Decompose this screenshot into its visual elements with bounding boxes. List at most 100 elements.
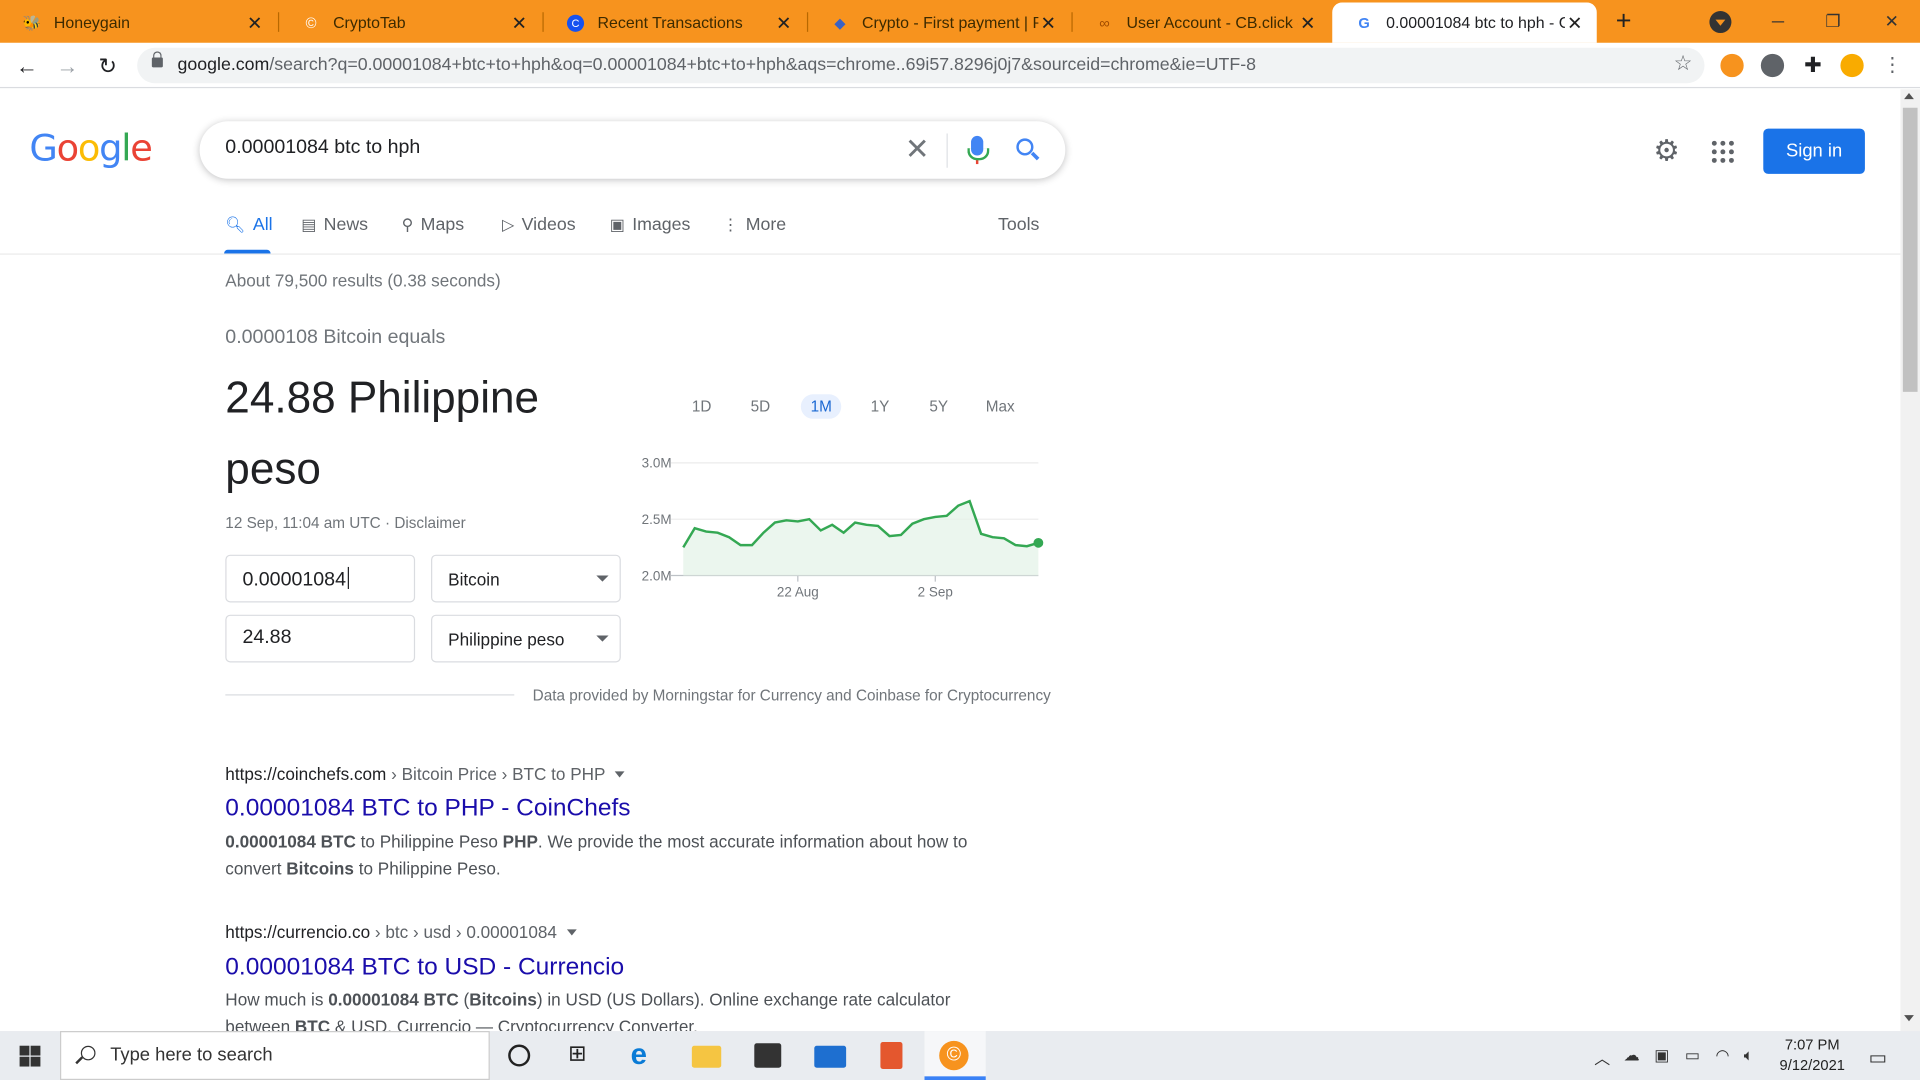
apps-grid-icon[interactable] [1711, 140, 1735, 164]
close-tab-icon[interactable]: ✕ [509, 12, 529, 34]
cryptotab-extension-icon[interactable] [1720, 53, 1744, 78]
volume-icon[interactable]: 🔈︎ [1744, 1046, 1754, 1066]
to-amount-input[interactable]: 24.88 [225, 614, 416, 663]
taskbar-search-box[interactable]: Type here to search [60, 1031, 490, 1080]
cortana-icon[interactable] [508, 1044, 531, 1067]
sign-in-button[interactable]: Sign in [1763, 128, 1865, 174]
close-tab-icon[interactable]: ✕ [245, 12, 265, 34]
windows-start-icon[interactable] [19, 1045, 41, 1067]
scrollbar-thumb[interactable] [1902, 107, 1918, 392]
link-icon: ∞ [1099, 14, 1110, 32]
extensions-puzzle-icon[interactable]: ✚ [1801, 54, 1824, 77]
from-amount-input[interactable]: 0.00001084 [225, 554, 416, 603]
cryptotab-browser-icon[interactable]: © [939, 1040, 969, 1071]
close-window-icon[interactable]: ✕ [1867, 5, 1916, 37]
from-currency-select[interactable]: Bitcoin [431, 554, 621, 603]
close-tab-icon[interactable]: ✕ [774, 12, 794, 34]
tab-search-icon[interactable] [1709, 11, 1732, 34]
url-text: google.com/search?q=0.00001084+btc+to+hp… [177, 55, 1256, 75]
menu-dots-icon[interactable]: ⋮ [1881, 54, 1904, 77]
search-input[interactable]: 0.00001084 btc to hph [225, 137, 420, 159]
result-title-link[interactable]: 0.00001084 BTC to PHP - CoinChefs [225, 795, 630, 823]
clear-icon[interactable]: ✕ [905, 132, 930, 168]
search-icon[interactable] [1016, 138, 1034, 156]
result-snippet: How much is 0.00001084 BTC (Bitcoins) in… [225, 989, 951, 1032]
tab-cryptotab[interactable]: © CryptoTab ✕ [279, 2, 541, 42]
result-url[interactable]: https://coinchefs.com › Bitcoin Price › … [225, 764, 626, 784]
search-box[interactable]: 0.00001084 btc to hph ✕ [199, 121, 1066, 179]
new-tab-button[interactable]: + [1609, 6, 1638, 35]
more-vert-icon: ⋮ [722, 215, 739, 234]
range-5y-button[interactable]: 5Y [920, 394, 958, 418]
minimize-icon[interactable]: ─ [1753, 5, 1802, 37]
tab-title: 0.00001084 btc to hph - Go [1386, 13, 1565, 32]
meet-now-icon[interactable]: ▣ [1654, 1046, 1669, 1066]
result-snippet: 0.00001084 BTC to Philippine Peso PHP. W… [225, 831, 968, 878]
chart-area-fill [683, 501, 1039, 576]
close-tab-icon[interactable]: ✕ [1565, 12, 1585, 34]
coinbase-icon: C [566, 13, 586, 33]
search-icon: 🔍︎ [225, 215, 246, 234]
address-bar[interactable]: google.com/search?q=0.00001084+btc+to+hp… [137, 47, 1705, 84]
wifi-icon[interactable]: ◠ [1716, 1046, 1730, 1066]
google-logo[interactable]: Google [29, 127, 152, 170]
disclaimer-link[interactable]: Disclaimer [394, 514, 465, 531]
close-tab-icon[interactable]: ✕ [1298, 12, 1318, 34]
battery-icon[interactable]: ▭ [1685, 1046, 1700, 1066]
range-5d-button[interactable]: 5D [741, 394, 780, 418]
tab-google-search[interactable]: G 0.00001084 btc to hph - Go ✕ [1332, 2, 1597, 43]
tab-title: Honeygain [53, 13, 130, 32]
mail-icon[interactable] [814, 1045, 847, 1068]
microphone-icon[interactable] [967, 135, 990, 165]
store-icon[interactable] [754, 1043, 782, 1068]
scroll-down-arrow-icon[interactable] [1904, 1015, 1914, 1022]
tab-title: CryptoTab [333, 13, 406, 32]
file-explorer-icon[interactable] [691, 1045, 722, 1068]
tools-button[interactable]: Tools [998, 216, 1039, 236]
range-max-button[interactable]: Max [976, 394, 1025, 418]
bookmark-star-icon[interactable]: ☆ [1674, 51, 1693, 75]
tab-crypto-first-payment[interactable]: ◆ Crypto - First payment | Pin ✕ [808, 2, 1070, 42]
data-provider-note: Data provided by Morningstar for Currenc… [532, 686, 1051, 705]
scroll-up-arrow-icon[interactable] [1904, 93, 1914, 100]
restore-icon[interactable]: ❐ [1809, 5, 1858, 37]
dropdown-arrow-icon[interactable] [615, 771, 626, 778]
profile-avatar[interactable] [1840, 53, 1864, 78]
range-1y-button[interactable]: 1Y [861, 394, 899, 418]
conversion-result: 24.88 Philippine peso [225, 372, 540, 494]
tab-more[interactable]: ⋮ More [722, 216, 786, 236]
edge-icon[interactable]: e [631, 1040, 660, 1070]
result-url[interactable]: https://currencio.co › btc › usd › 0.000… [225, 922, 577, 942]
tab-honeygain[interactable]: 🐝 Honeygain ✕ [0, 2, 277, 42]
tab-news[interactable]: ▤ News [301, 216, 368, 236]
office-icon[interactable] [880, 1042, 903, 1069]
dropdown-arrow-icon[interactable] [566, 929, 577, 936]
show-hidden-icons-icon[interactable]: ︿ [1594, 1046, 1610, 1069]
bolt-extension-icon[interactable] [1760, 53, 1785, 78]
chart-current-point [1033, 537, 1044, 548]
settings-gear-icon[interactable]: ⚙ [1652, 137, 1681, 166]
task-view-icon[interactable]: ⊞ [568, 1041, 597, 1070]
tab-videos[interactable]: ▷ Videos [502, 216, 576, 236]
range-1m-button[interactable]: 1M [800, 394, 842, 419]
dropdown-arrow-icon [596, 575, 609, 582]
price-chart[interactable]: 3.0M 2.5M 2.0M 22 Aug 2 Sep [634, 448, 1050, 607]
tab-images[interactable]: ▣ Images [610, 216, 691, 236]
close-tab-icon[interactable]: ✕ [1038, 12, 1058, 34]
news-icon: ▤ [301, 215, 317, 234]
result-title-link[interactable]: 0.00001084 BTC to USD - Currencio [225, 954, 624, 982]
result-stats: About 79,500 results (0.38 seconds) [225, 270, 501, 291]
tab-maps[interactable]: ⚲ Maps [402, 216, 464, 236]
y-tick-label: 2.0M [642, 568, 672, 583]
system-clock[interactable]: 7:07 PM 9/12/2021 [1763, 1035, 1861, 1077]
tab-recent-transactions[interactable]: C Recent Transactions ✕ [544, 2, 806, 42]
range-1d-button[interactable]: 1D [682, 394, 721, 418]
onedrive-icon[interactable]: ☁ [1624, 1046, 1640, 1066]
forward-icon[interactable]: → [53, 51, 82, 80]
tab-user-account[interactable]: ∞ User Account - CB.click - Ac ✕ [1073, 2, 1330, 42]
tab-all[interactable]: 🔍︎ All [225, 216, 272, 236]
to-currency-select[interactable]: Philippine peso [431, 614, 621, 663]
back-icon[interactable]: ← [12, 51, 41, 80]
notifications-icon[interactable]: ▭ [1869, 1046, 1888, 1070]
reload-icon[interactable]: ↻ [93, 51, 122, 80]
